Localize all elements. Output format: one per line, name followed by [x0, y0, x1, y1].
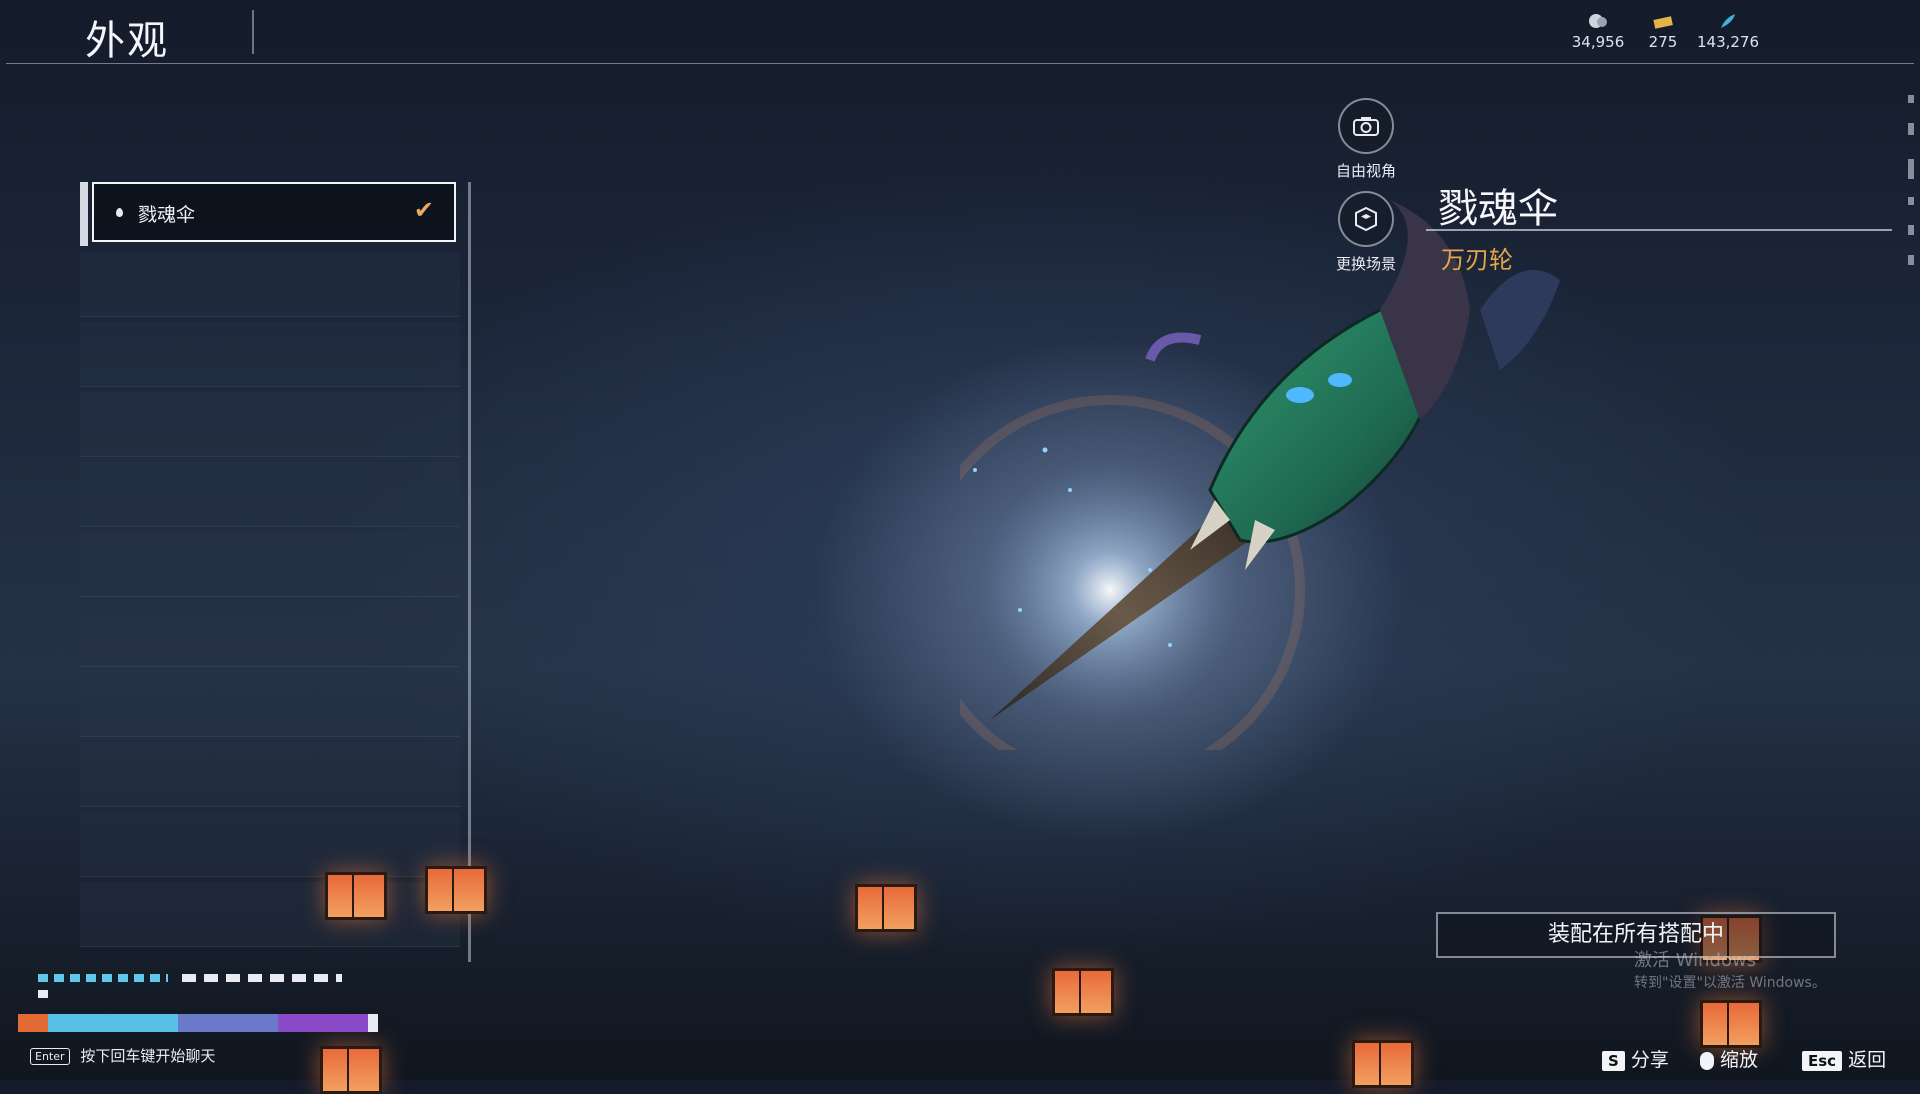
share-hint[interactable]: S 分享: [1602, 1045, 1669, 1072]
free-view-label: 自由视角: [1335, 162, 1396, 180]
drop-icon: [116, 208, 123, 217]
enter-key: Enter: [30, 1048, 70, 1065]
camera-icon: [1338, 98, 1394, 154]
dragon-eye: [1328, 373, 1352, 387]
weapon-type: 万刃轮: [1441, 246, 1513, 274]
ticket-value: 275: [1648, 33, 1678, 51]
censored-chat-line: [18, 1014, 378, 1032]
empty-slot: [80, 392, 460, 457]
empty-slot: [80, 672, 460, 737]
empty-slot: [80, 462, 460, 527]
page-scroll-indicator: [1908, 95, 1914, 265]
lantern: [1052, 968, 1114, 1016]
skin-item-selected[interactable]: 戮魂伞 ✔: [80, 182, 456, 246]
empty-slot: [80, 532, 460, 597]
empty-slot: [80, 882, 460, 947]
windows-watermark-hint: 转到"设置"以激活 Windows。: [1634, 975, 1826, 991]
windows-watermark-title: 激活 Windows: [1634, 950, 1757, 971]
lantern: [855, 884, 917, 932]
selection-notch: [80, 182, 88, 246]
zoom-label: 缩放: [1720, 1049, 1759, 1071]
cube-icon: [1338, 191, 1394, 247]
censored-chat-line: [182, 974, 342, 982]
feather-icon: [1721, 14, 1735, 28]
coin-icon: [1589, 14, 1607, 28]
empty-slot: [80, 252, 460, 317]
back-label: 返回: [1848, 1049, 1887, 1071]
checkmark-icon: ✔: [413, 196, 434, 224]
skin-list: 戮魂伞 ✔: [80, 182, 471, 962]
empty-slot: [80, 602, 460, 667]
whisker: [1145, 332, 1202, 362]
lantern: [425, 866, 487, 914]
skin-name: 戮魂伞: [1438, 186, 1558, 232]
dragon-eye: [1286, 387, 1314, 403]
feather-value: 143,276: [1696, 33, 1760, 51]
skin-item-label: 戮魂伞: [138, 204, 196, 226]
lantern: [1352, 1040, 1414, 1088]
censored-chat-line: [38, 990, 48, 998]
back-hint[interactable]: Esc 返回: [1802, 1045, 1886, 1072]
page-title: 外观: [85, 18, 169, 64]
weapon-preview[interactable]: [960, 190, 1680, 750]
chat-hint[interactable]: Enter 按下回车键开始聊天: [30, 1045, 215, 1066]
top-bar-line: [6, 63, 1914, 64]
currency-feather: 143,276: [1683, 12, 1773, 51]
censored-chat-line: [38, 974, 168, 982]
title-divider: [252, 10, 254, 54]
lantern: [325, 872, 387, 920]
mouse-icon: [1700, 1051, 1714, 1070]
chat-hint-label: 按下回车键开始聊天: [80, 1047, 216, 1065]
esc-key: Esc: [1802, 1050, 1843, 1071]
top-bar: 外观 34,956 275 143,276: [0, 0, 1920, 64]
zoom-hint[interactable]: 缩放: [1700, 1045, 1758, 1072]
ticket-icon: [1653, 16, 1673, 29]
list-scrollbar[interactable]: [468, 182, 471, 962]
empty-slot: [80, 742, 460, 807]
share-label: 分享: [1630, 1049, 1669, 1071]
empty-slot: [80, 322, 460, 387]
detail-divider: [1426, 229, 1892, 231]
lantern: [1700, 1000, 1762, 1048]
change-scene-label: 更换场景: [1335, 255, 1396, 273]
horn-back: [1480, 270, 1560, 370]
free-view-button[interactable]: 自由视角: [1321, 98, 1411, 181]
empty-slot: [80, 812, 460, 877]
s-key: S: [1602, 1050, 1625, 1071]
light-flare: [980, 460, 1240, 720]
change-scene-button[interactable]: 更换场景: [1321, 191, 1411, 274]
lantern: [320, 1046, 382, 1094]
coin-value: 34,956: [1571, 33, 1625, 51]
